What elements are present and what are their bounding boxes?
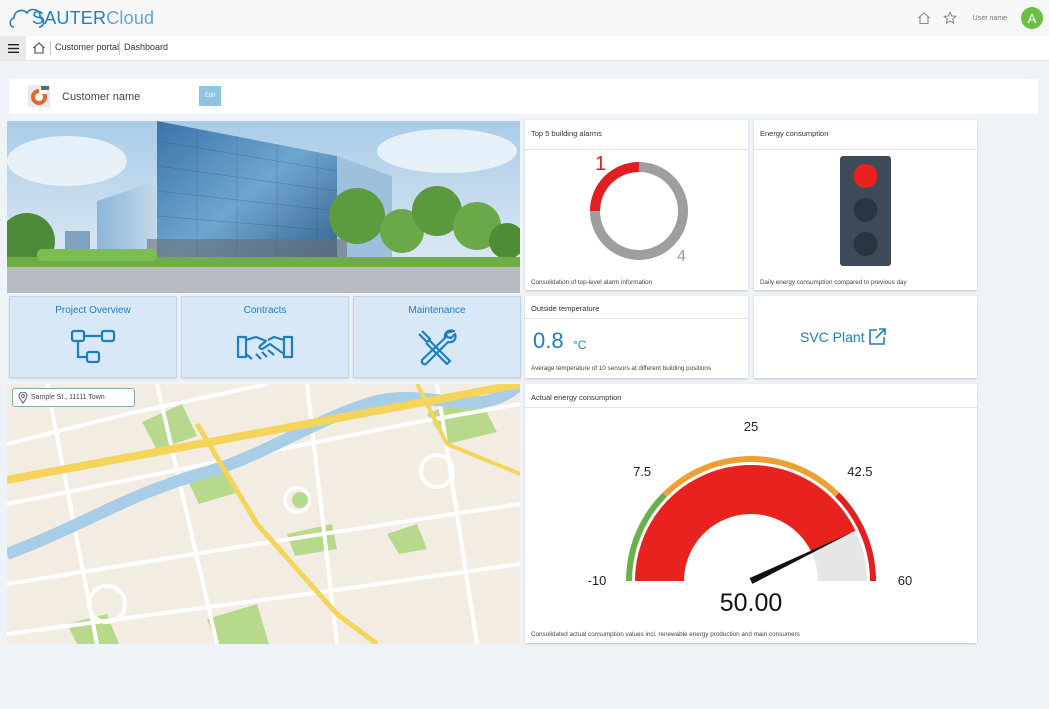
- card-actual-energy-consumption[interactable]: Actual energy consumption -10 7.5 25 42.5 60…: [525, 384, 977, 643]
- location-pin-icon: [18, 392, 28, 404]
- tile-contracts[interactable]: Contracts: [181, 296, 349, 378]
- card-building-alarms[interactable]: Top 5 building alarms 1 4 Consolidation …: [525, 120, 748, 290]
- edit-button[interactable]: Edit: [199, 86, 221, 106]
- card-caption: Average temperature of 10 sensors at dif…: [531, 365, 712, 372]
- traffic-light-icon: [840, 156, 891, 266]
- logo-text-thin: Cloud: [106, 7, 155, 28]
- tile-label: Maintenance: [408, 305, 466, 316]
- breadcrumb-bar: Customer portal Dashboard: [0, 36, 1049, 61]
- card-outside-temperature[interactable]: Outside temperature 0.8 °C Average tempe…: [525, 296, 748, 378]
- traffic-light-green: [853, 232, 878, 256]
- gauge-value: 50.00: [719, 589, 783, 617]
- hierarchy-icon: [70, 329, 116, 364]
- traffic-light-red: [853, 164, 878, 188]
- star-icon[interactable]: [937, 6, 963, 30]
- logo-text-bold: SAUTER: [32, 7, 107, 28]
- card-title: Outside temperature: [531, 304, 600, 313]
- customer-name: Customer name: [62, 91, 141, 103]
- alarm-donut-chart: 1 4: [590, 153, 688, 265]
- home-icon[interactable]: [911, 6, 937, 30]
- external-link-icon[interactable]: [867, 327, 887, 347]
- breadcrumb-home-icon[interactable]: [31, 40, 47, 56]
- tile-project-overview[interactable]: Project Overview: [9, 296, 177, 378]
- avatar[interactable]: A: [1021, 7, 1043, 29]
- address-pin[interactable]: Sample St., 11111 Town: [12, 388, 135, 407]
- card-caption: Consolidation of top-level alarm informa…: [531, 279, 653, 286]
- card-caption: Daily energy consumption compared to pre…: [760, 279, 907, 286]
- customer-bar: Customer name Edit: [9, 79, 1038, 114]
- hamburger-menu-button[interactable]: [0, 36, 26, 61]
- sauter-cloud-logo[interactable]: SAUTERCloud: [8, 5, 154, 31]
- breadcrumb-separator: [119, 41, 120, 55]
- user-name[interactable]: User name: [973, 15, 1007, 22]
- address-text: Sample St., 11111 Town: [31, 394, 105, 401]
- gauge-tick-label: 60: [898, 573, 912, 588]
- tile-maintenance[interactable]: Maintenance: [353, 296, 521, 378]
- customer-logo-icon: [28, 85, 50, 107]
- card-title: Top 5 building alarms: [531, 129, 602, 138]
- alarm-active-count: 1: [595, 153, 606, 175]
- svc-plant-link[interactable]: SVC Plant: [800, 329, 865, 345]
- location-map[interactable]: [7, 384, 520, 644]
- temperature-unit: °C: [573, 338, 587, 352]
- gauge-tick-label: 7.5: [633, 464, 651, 479]
- card-energy-consumption[interactable]: Energy consumption Daily energy consumpt…: [754, 120, 977, 290]
- tile-label: Project Overview: [55, 305, 131, 316]
- tools-icon: [418, 329, 457, 366]
- top-bar: SAUTERCloud User name A: [0, 0, 1049, 36]
- card-title: Energy consumption: [760, 129, 829, 138]
- traffic-light-yellow: [853, 198, 878, 222]
- gauge-tick-label: -10: [588, 573, 607, 588]
- gauge-tick-label: 42.5: [847, 464, 872, 479]
- tile-label: Contracts: [243, 305, 287, 316]
- breadcrumb-dashboard[interactable]: Dashboard: [124, 42, 168, 52]
- gauge-tick-label: 25: [744, 419, 758, 434]
- breadcrumb-separator: [50, 41, 51, 55]
- handshake-icon: [236, 335, 294, 360]
- alarm-total-count: 4: [677, 248, 686, 265]
- temperature-value: 0.8: [533, 328, 564, 353]
- building-photo: [7, 121, 520, 293]
- breadcrumb-customer-portal[interactable]: Customer portal: [55, 42, 119, 52]
- card-svc-plant[interactable]: SVC Plant: [754, 296, 977, 378]
- hamburger-icon: [7, 44, 19, 53]
- card-caption: Consolidated actual consumption values i…: [531, 631, 800, 638]
